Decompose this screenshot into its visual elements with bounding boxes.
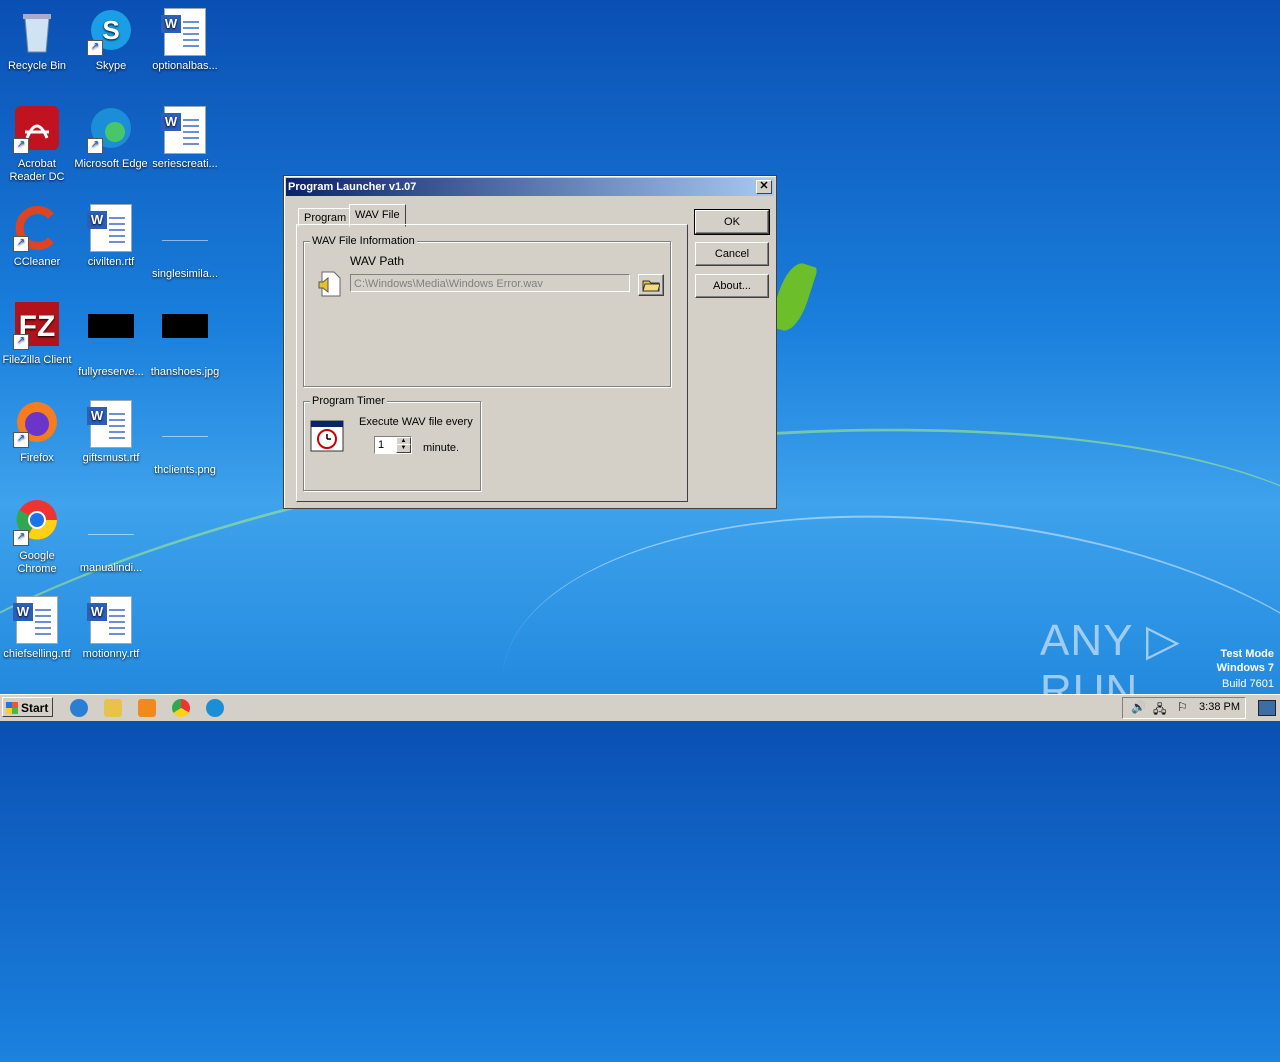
interval-value: 1 [378,439,385,451]
desktop-icon-ccleaner[interactable]: ↗ CCleaner [0,204,74,269]
skype-icon: S ↗ [87,8,135,56]
about-button[interactable]: About... [695,274,769,298]
minute-label: minute. [423,442,460,454]
image-file-icon [161,314,209,362]
ok-button[interactable]: OK [694,209,770,235]
shortcut-arrow-icon: ↗ [13,236,29,252]
execute-label: Execute WAV file every [359,416,473,428]
action-center-flag-icon[interactable]: ⚐ [1177,700,1188,714]
image-file-icon [161,412,209,460]
close-button[interactable]: ✕ [756,180,772,194]
shortcut-arrow-icon: ↗ [13,432,29,448]
test-mode-text: Test Mode [1220,648,1274,660]
interval-stepper[interactable]: 1 ▲ ▼ [374,436,412,454]
word-document-icon: W [87,204,135,252]
desktop-icon-thclients[interactable]: thclients.png [148,400,222,477]
recycle-bin-icon [13,8,61,56]
ccleaner-icon: ↗ [13,204,61,252]
shortcut-arrow-icon: ↗ [13,138,29,154]
program-launcher-dialog: Program Launcher v1.07 ✕ Program WAV Fil… [283,175,777,509]
desktop-icon-fullyreserve[interactable]: fullyreserve... [74,302,148,379]
desktop-icon-giftsmust[interactable]: W giftsmust.rtf [74,400,148,465]
timer-clock-icon [310,420,344,455]
speaker-file-icon [316,270,342,301]
desktop-icon-civilten[interactable]: W civilten.rtf [74,204,148,269]
word-document-icon: W [13,596,61,644]
firefox-icon: ↗ [13,400,61,448]
image-file-icon [87,314,135,362]
show-desktop-icon[interactable] [1258,700,1276,716]
desktop-icon-thanshoes[interactable]: thanshoes.jpg [148,302,222,379]
svg-text:S: S [102,15,119,45]
desktop-icon-filezilla[interactable]: FZ ↗ FileZilla Client [0,302,74,367]
desktop-icon-manualindi[interactable]: manualindi... [74,498,148,575]
desktop-icon-firefox[interactable]: ↗ Firefox [0,400,74,465]
wav-file-info-group: WAV File Information WAV Path C:\Windows… [303,235,671,387]
desktop-icon-optionalbas[interactable]: W optionalbas... [148,8,222,73]
build-text: Build 7601 [1222,678,1274,690]
dialog-title: Program Launcher v1.07 [288,181,417,193]
wallpaper-swoosh [481,474,1280,968]
wav-group-legend: WAV File Information [310,235,417,247]
desktop-icon-motionny[interactable]: W motionny.rtf [74,596,148,661]
image-file-icon [161,216,209,264]
shortcut-arrow-icon: ↗ [87,138,103,154]
shortcut-arrow-icon: ↗ [13,334,29,350]
filezilla-icon: FZ ↗ [13,302,61,350]
media-player-icon[interactable] [138,699,156,717]
wav-path-label: WAV Path [350,254,405,268]
ie-icon[interactable] [70,699,88,717]
explorer-icon[interactable] [104,699,122,717]
network-icon[interactable]: 🖧 [1153,700,1166,721]
start-button[interactable]: Start [2,697,53,717]
volume-icon[interactable]: 🔊 [1131,700,1146,714]
shortcut-arrow-icon: ↗ [13,530,29,546]
desktop-icon-skype[interactable]: S ↗ Skype [74,8,148,73]
windows-flag-icon [6,702,18,714]
folder-open-icon [642,280,661,295]
desktop-icon-seriescreati[interactable]: W seriescreati... [148,106,222,171]
start-label: Start [21,701,49,715]
chrome-icon[interactable] [172,699,190,717]
browse-button[interactable] [638,274,664,296]
desktop-icon-chrome[interactable]: ↗ Google Chrome [0,498,74,576]
dialog-titlebar[interactable]: Program Launcher v1.07 ✕ [286,178,774,196]
word-document-icon: W [87,400,135,448]
shortcut-arrow-icon: ↗ [87,40,103,56]
image-file-icon [87,510,135,558]
desktop-icon-recycle-bin[interactable]: Recycle Bin [0,8,74,73]
word-document-icon: W [87,596,135,644]
word-document-icon: W [161,106,209,154]
windows-version-text: Windows 7 [1216,662,1274,674]
edge-icon: ↗ [87,106,135,154]
taskbar: Start 🔊 🖧 ⚐ 3:38 PM [0,694,1280,721]
edge-icon[interactable] [206,699,224,717]
acrobat-icon: ↗ [13,106,61,154]
word-document-icon: W [161,8,209,56]
wav-path-field[interactable]: C:\Windows\Media\Windows Error.wav [350,274,630,292]
desktop-icon-edge[interactable]: ↗ Microsoft Edge [74,106,148,171]
timer-group-legend: Program Timer [310,395,387,407]
tab-panel: WAV File Information WAV Path C:\Windows… [296,224,688,502]
cancel-button[interactable]: Cancel [695,242,769,266]
program-timer-group: Program Timer Execute WAV file every 1 ▲… [303,395,481,491]
chrome-icon: ↗ [13,498,61,546]
stepper-down-button[interactable]: ▼ [396,444,411,453]
desktop-icon-singlesimila[interactable]: singlesimila... [148,204,222,281]
desktop-icon-chiefselling[interactable]: W chiefselling.rtf [0,596,74,661]
clock[interactable]: 3:38 PM [1199,697,1240,717]
desktop-icon-acrobat[interactable]: ↗ Acrobat Reader DC [0,106,74,184]
